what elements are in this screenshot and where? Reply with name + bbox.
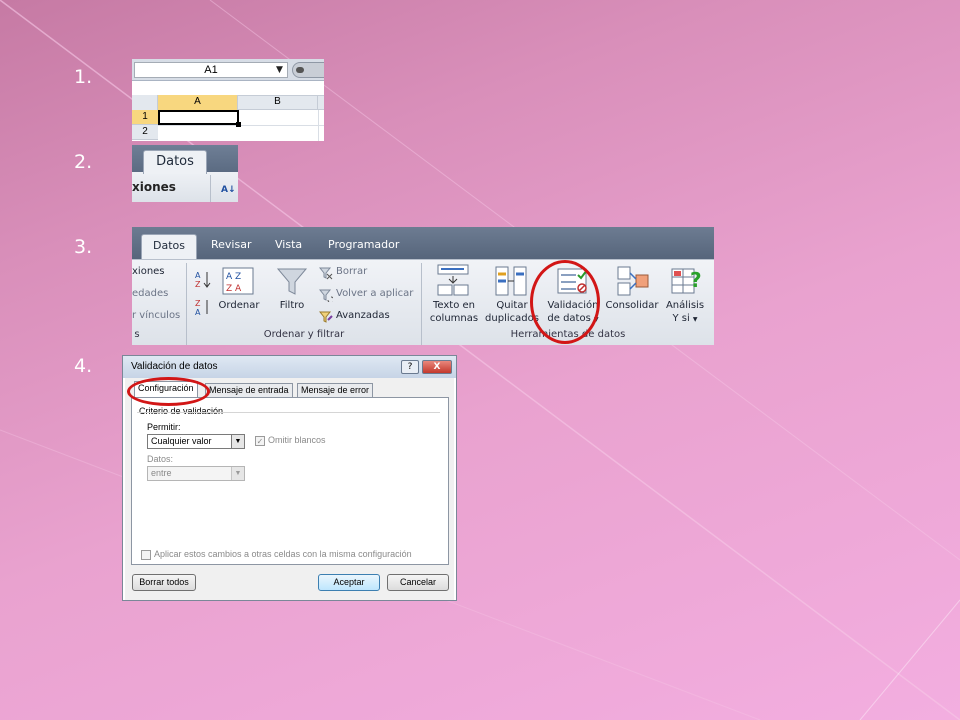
row-header-2[interactable]: 2 bbox=[132, 125, 158, 140]
dialog-title: Validación de datos bbox=[131, 361, 218, 372]
group-label-conexiones: s bbox=[134, 329, 140, 340]
remove-duplicates-icon[interactable] bbox=[494, 265, 528, 301]
text-to-columns-icon[interactable] bbox=[436, 263, 470, 301]
datos-value: entre bbox=[151, 468, 172, 478]
texto-en-columnas-line1: Texto en bbox=[432, 300, 475, 311]
divider bbox=[137, 412, 440, 413]
analisis-line2: Y si ▼ bbox=[660, 312, 710, 326]
tab-programador[interactable]: Programador bbox=[328, 238, 399, 251]
sort-za-icon[interactable]: ZA bbox=[194, 297, 212, 321]
step-number-2: 2. bbox=[74, 151, 93, 173]
reapply-filter-icon[interactable] bbox=[318, 287, 335, 306]
analisis-line1: Análisis bbox=[665, 300, 705, 311]
advanced-filter-icon[interactable] bbox=[318, 309, 333, 328]
svg-text:A: A bbox=[195, 271, 201, 280]
datos-label: Datos: bbox=[147, 454, 174, 464]
validation-dialog: Validación de datos ? X Configuración Me… bbox=[122, 355, 457, 601]
chevron-down-icon[interactable]: ▼ bbox=[231, 467, 244, 480]
screenshot-datos-tab: Datos xiones A↓ bbox=[132, 145, 238, 202]
what-if-analysis-icon[interactable]: ? bbox=[670, 263, 704, 301]
svg-text:Z: Z bbox=[195, 280, 201, 289]
screenshot-cell-selection: A1 ▼ A B 1 2 bbox=[132, 59, 324, 141]
name-box-dropdown-icon[interactable]: ▼ bbox=[276, 65, 283, 75]
formula-bar-toggle[interactable] bbox=[292, 62, 324, 78]
group-separator bbox=[186, 263, 187, 345]
screenshot-data-ribbon: Datos Revisar Vista Programador xiones e… bbox=[132, 227, 714, 345]
cancelar-button[interactable]: Cancelar bbox=[387, 574, 449, 591]
name-box[interactable]: A1 bbox=[134, 62, 288, 78]
borrar-button[interactable]: Borrar bbox=[336, 266, 367, 277]
step-number-4: 4. bbox=[74, 355, 93, 377]
help-button[interactable]: ? bbox=[401, 360, 419, 374]
step-number-1: 1. bbox=[74, 66, 93, 88]
criterio-heading: Criterio de validación bbox=[139, 406, 224, 416]
group-label-ordenar-y-filtrar: Ordenar y filtrar bbox=[263, 329, 345, 340]
tab-mensaje-de-error[interactable]: Mensaje de error bbox=[297, 383, 374, 398]
propiedades-button[interactable]: edades bbox=[132, 288, 168, 299]
aceptar-button[interactable]: Aceptar bbox=[318, 574, 380, 591]
select-all-corner[interactable] bbox=[132, 95, 158, 110]
tab-revisar[interactable]: Revisar bbox=[211, 238, 251, 251]
chevron-down-icon[interactable]: ▼ bbox=[231, 435, 244, 448]
highlight-circle bbox=[530, 260, 600, 344]
permitir-label: Permitir: bbox=[147, 422, 181, 432]
svg-text:A: A bbox=[195, 308, 201, 317]
tab-datos[interactable]: Datos bbox=[141, 234, 197, 260]
grid-line bbox=[158, 125, 324, 126]
clear-filter-icon[interactable] bbox=[318, 265, 333, 284]
sort-dialog-icon[interactable]: A Z Z A bbox=[222, 267, 254, 299]
borrar-todos-button[interactable]: Borrar todos bbox=[132, 574, 196, 591]
group-separator bbox=[210, 175, 211, 202]
column-header-a[interactable]: A bbox=[158, 95, 238, 110]
consolidar-button[interactable]: Consolidar bbox=[604, 299, 660, 312]
filter-funnel-icon[interactable] bbox=[276, 267, 308, 301]
analisis-line2-text: Y si bbox=[672, 313, 690, 324]
texto-en-columnas-line2: columnas bbox=[429, 313, 479, 324]
aplicar-cambios-checkbox[interactable] bbox=[141, 550, 151, 560]
omitir-blancos-label: Omitir blancos bbox=[268, 435, 326, 445]
editar-vinculos-button[interactable]: r vínculos bbox=[132, 310, 180, 321]
consolidate-icon[interactable] bbox=[616, 265, 650, 301]
grid-line bbox=[318, 110, 319, 141]
close-button[interactable]: X bbox=[422, 360, 452, 374]
filtro-button[interactable]: Filtro bbox=[274, 299, 310, 312]
datos-select[interactable]: entre ▼ bbox=[147, 466, 245, 481]
tab-mensaje-de-entrada[interactable]: Mensaje de entrada bbox=[205, 383, 293, 398]
permitir-select[interactable]: Cualquier valor ▼ bbox=[147, 434, 245, 449]
analisis-dropdown-icon[interactable]: ▼ bbox=[693, 316, 698, 323]
row-header-1[interactable]: 1 bbox=[132, 110, 158, 125]
sort-az-icon[interactable]: AZ bbox=[194, 269, 212, 293]
texto-en-columnas-button[interactable]: Texto en columnas bbox=[426, 299, 482, 325]
group-label-partial: xiones bbox=[132, 180, 176, 194]
svg-text:A Z: A Z bbox=[226, 272, 241, 282]
sort-az-icon[interactable]: A↓ bbox=[221, 185, 236, 195]
ordenar-button[interactable]: Ordenar bbox=[216, 299, 262, 312]
svg-text:Z: Z bbox=[195, 299, 201, 308]
omitir-blancos-checkbox[interactable]: ✓ bbox=[255, 436, 265, 446]
conexiones-button[interactable]: xiones bbox=[132, 266, 165, 277]
svg-text:?: ? bbox=[690, 268, 702, 292]
step-number-3: 3. bbox=[74, 236, 93, 258]
column-header-b[interactable]: B bbox=[238, 95, 318, 110]
analisis-y-si-button[interactable]: Análisis Y si ▼ bbox=[660, 299, 710, 326]
tab-datos[interactable]: Datos bbox=[143, 150, 207, 174]
selected-cell-a1[interactable] bbox=[158, 110, 241, 127]
tab-vista[interactable]: Vista bbox=[275, 238, 302, 251]
avanzadas-button[interactable]: Avanzadas bbox=[336, 310, 390, 321]
aplicar-cambios-label: Aplicar estos cambios a otras celdas con… bbox=[154, 549, 412, 559]
volver-a-aplicar-button[interactable]: Volver a aplicar bbox=[336, 288, 413, 299]
svg-text:Z A: Z A bbox=[226, 284, 242, 294]
permitir-value: Cualquier valor bbox=[151, 436, 212, 446]
consolidar-label: Consolidar bbox=[605, 300, 659, 311]
highlight-circle bbox=[127, 377, 210, 406]
